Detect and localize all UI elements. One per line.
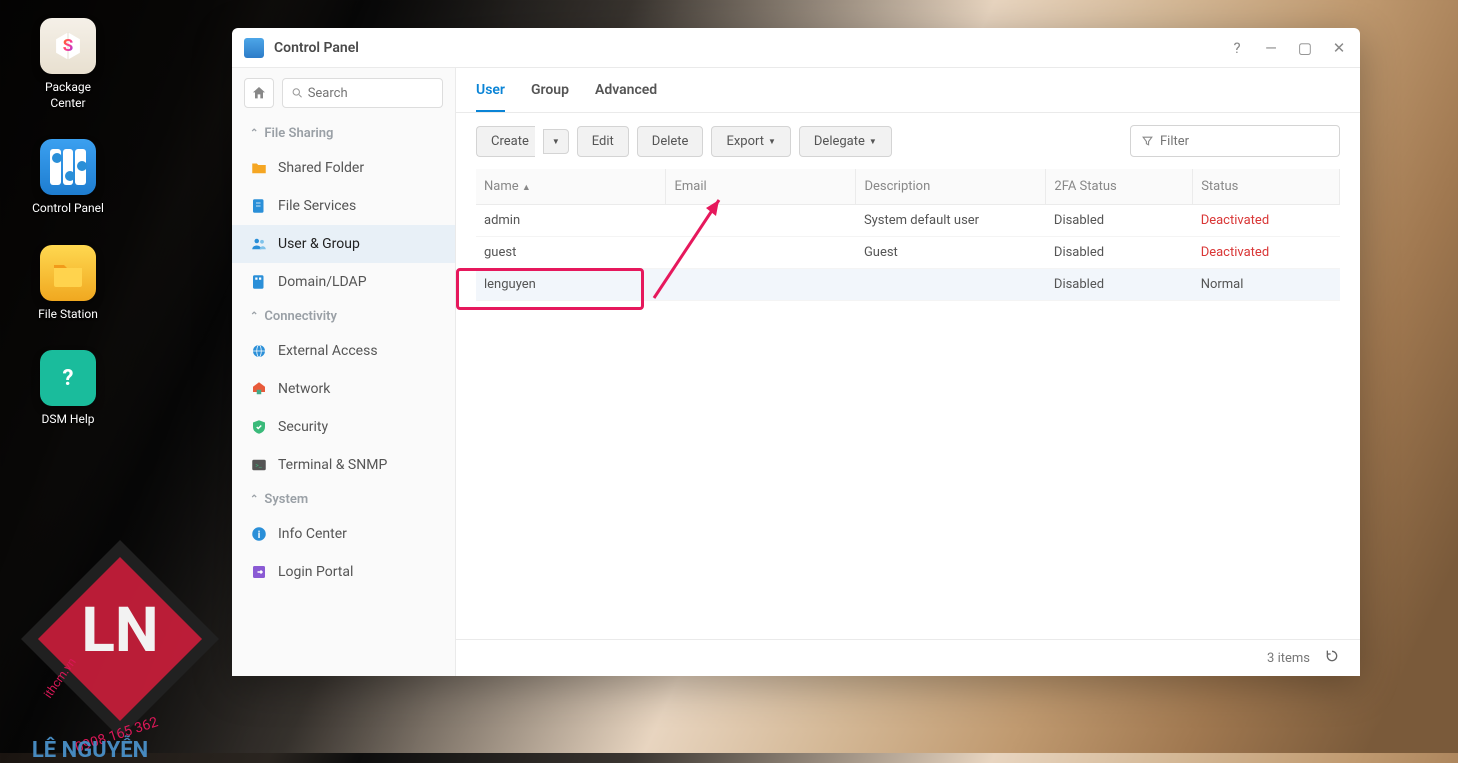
sidebar-item-info-center[interactable]: iInfo Center xyxy=(232,515,455,553)
terminal-icon: >_ xyxy=(250,456,268,474)
desktop-icons: S PackageCenter Control Panel File Stati… xyxy=(18,18,118,428)
sidebar-item-external-access[interactable]: External Access xyxy=(232,332,455,370)
sidebar-item-file-services[interactable]: File Services xyxy=(232,187,455,225)
search-icon xyxy=(291,86,304,100)
desktop-icon-dsm-help[interactable]: ? DSM Help xyxy=(18,350,118,428)
table-row[interactable]: guest Guest Disabled Deactivated xyxy=(476,237,1340,269)
package-center-icon: S xyxy=(40,18,96,74)
folder-icon xyxy=(250,159,268,177)
table-row[interactable]: lenguyen Disabled Normal xyxy=(476,269,1340,301)
create-dropdown[interactable]: ▼ xyxy=(543,129,569,154)
col-description[interactable]: Description xyxy=(856,169,1046,205)
svg-text:?: ? xyxy=(63,366,74,391)
chevron-down-icon: ⌃ xyxy=(250,311,258,322)
login-icon xyxy=(250,563,268,581)
edit-button[interactable]: Edit xyxy=(577,126,629,157)
svg-text:S: S xyxy=(63,36,73,56)
users-table: Name ▲ Email Description 2FA Status Stat… xyxy=(456,169,1360,639)
sidebar-item-login-portal[interactable]: Login Portal xyxy=(232,553,455,591)
dsm-help-icon: ? xyxy=(40,350,96,406)
refresh-button[interactable] xyxy=(1324,648,1340,668)
content-area: User Group Advanced Create ▼ Edit Delete… xyxy=(456,68,1360,676)
home-icon xyxy=(251,85,267,101)
sidebar-item-network[interactable]: Network xyxy=(232,370,455,408)
chevron-down-icon: ▼ xyxy=(552,137,560,146)
app-icon xyxy=(244,38,264,58)
control-panel-icon xyxy=(40,139,96,195)
sidebar-item-shared-folder[interactable]: Shared Folder xyxy=(232,149,455,187)
category-connectivity[interactable]: ⌃Connectivity xyxy=(232,301,455,332)
chevron-down-icon: ⌃ xyxy=(250,128,258,139)
desktop-icon-label: PackageCenter xyxy=(45,80,91,111)
minimize-button[interactable]: — xyxy=(1262,39,1280,57)
chevron-down-icon: ▼ xyxy=(768,137,776,146)
svg-text:>_: >_ xyxy=(255,461,263,469)
window-title: Control Panel xyxy=(274,40,359,56)
svg-text:LN: LN xyxy=(81,594,158,667)
table-row[interactable]: admin System default user Disabled Deact… xyxy=(476,205,1340,237)
desktop-icon-file-station[interactable]: File Station xyxy=(18,245,118,323)
desktop-icon-label: Control Panel xyxy=(32,201,104,217)
shield-icon xyxy=(250,418,268,436)
network-icon xyxy=(250,380,268,398)
home-button[interactable] xyxy=(244,78,274,108)
toolbar: Create ▼ Edit Delete Export ▼ Delegate ▼ xyxy=(456,113,1360,169)
sidebar-item-domain-ldap[interactable]: Domain/LDAP xyxy=(232,263,455,301)
svg-text:i: i xyxy=(258,530,261,541)
col-status[interactable]: Status xyxy=(1193,169,1340,205)
tab-group[interactable]: Group xyxy=(531,82,569,112)
filter-icon xyxy=(1141,134,1154,148)
sort-asc-icon: ▲ xyxy=(522,183,531,193)
filter-input[interactable] xyxy=(1154,134,1329,149)
help-button[interactable]: ? xyxy=(1228,39,1246,57)
footer: 3 items xyxy=(456,639,1360,676)
export-button[interactable]: Export ▼ xyxy=(711,126,790,157)
sidebar-item-terminal[interactable]: >_Terminal & SNMP xyxy=(232,446,455,484)
refresh-icon xyxy=(1324,648,1340,664)
close-button[interactable]: ✕ xyxy=(1330,39,1348,57)
domain-icon xyxy=(250,273,268,291)
chevron-down-icon: ⌃ xyxy=(250,494,258,505)
sidebar-search[interactable] xyxy=(282,78,443,108)
col-name[interactable]: Name ▲ xyxy=(476,169,666,205)
filter-box[interactable] xyxy=(1130,125,1340,157)
search-input[interactable] xyxy=(304,86,434,101)
desktop-icon-package-center[interactable]: S PackageCenter xyxy=(18,18,118,111)
col-2fa[interactable]: 2FA Status xyxy=(1046,169,1193,205)
sidebar-item-user-group[interactable]: User & Group xyxy=(232,225,455,263)
control-panel-window: Control Panel ? — ▢ ✕ ⌃File Sharing Shar… xyxy=(232,28,1360,676)
desktop-icon-label: File Station xyxy=(38,307,98,323)
info-icon: i xyxy=(250,525,268,543)
desktop-icon-control-panel[interactable]: Control Panel xyxy=(18,139,118,217)
tabs: User Group Advanced xyxy=(456,68,1360,113)
maximize-button[interactable]: ▢ xyxy=(1296,39,1314,57)
sidebar-item-security[interactable]: Security xyxy=(232,408,455,446)
desktop-icon-label: DSM Help xyxy=(41,412,94,428)
sidebar: ⌃File Sharing Shared Folder File Service… xyxy=(232,68,456,676)
watermark: LN 0908.165 362 ithcm.vn LÊ NGUYỄN xyxy=(0,539,240,763)
tab-user[interactable]: User xyxy=(476,82,505,112)
tab-advanced[interactable]: Advanced xyxy=(595,82,657,112)
file-services-icon xyxy=(250,197,268,215)
delegate-button[interactable]: Delegate ▼ xyxy=(799,126,892,157)
category-file-sharing[interactable]: ⌃File Sharing xyxy=(232,118,455,149)
file-station-icon xyxy=(40,245,96,301)
svg-text:LÊ NGUYỄN: LÊ NGUYỄN xyxy=(32,734,148,759)
item-count: 3 items xyxy=(1267,651,1310,666)
category-system[interactable]: ⌃System xyxy=(232,484,455,515)
globe-icon xyxy=(250,342,268,360)
user-group-icon xyxy=(250,235,268,253)
titlebar: Control Panel ? — ▢ ✕ xyxy=(232,28,1360,68)
delete-button[interactable]: Delete xyxy=(637,126,704,157)
chevron-down-icon: ▼ xyxy=(869,137,877,146)
col-email[interactable]: Email xyxy=(666,169,856,205)
create-button[interactable]: Create xyxy=(476,126,535,157)
